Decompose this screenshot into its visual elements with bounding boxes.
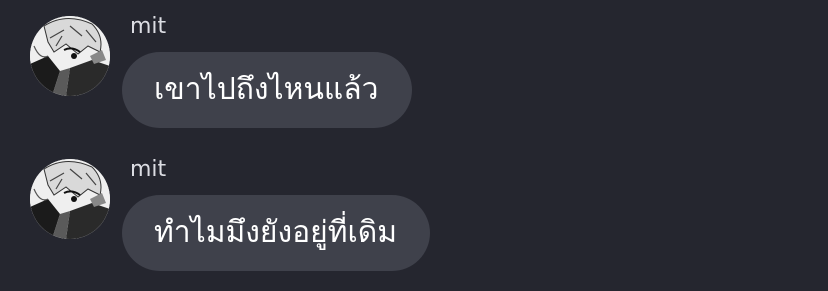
- avatar[interactable]: [30, 16, 110, 96]
- sender-name: mit: [130, 157, 167, 182]
- manga-character-avatar-icon: [30, 16, 110, 96]
- avatar[interactable]: [30, 159, 110, 239]
- message-bubble[interactable]: ทำไมมึงยังอยู่ที่เดิม: [122, 195, 431, 271]
- chat-message: mit ทำไมมึงยังอยู่ที่เดิม: [0, 157, 828, 273]
- manga-character-avatar-icon: [30, 159, 110, 239]
- sender-name: mit: [130, 14, 167, 39]
- message-bubble[interactable]: เขาไปถึงไหนแล้ว: [122, 52, 412, 128]
- chat-message: mit เขาไปถึงไหนแล้ว: [0, 14, 828, 130]
